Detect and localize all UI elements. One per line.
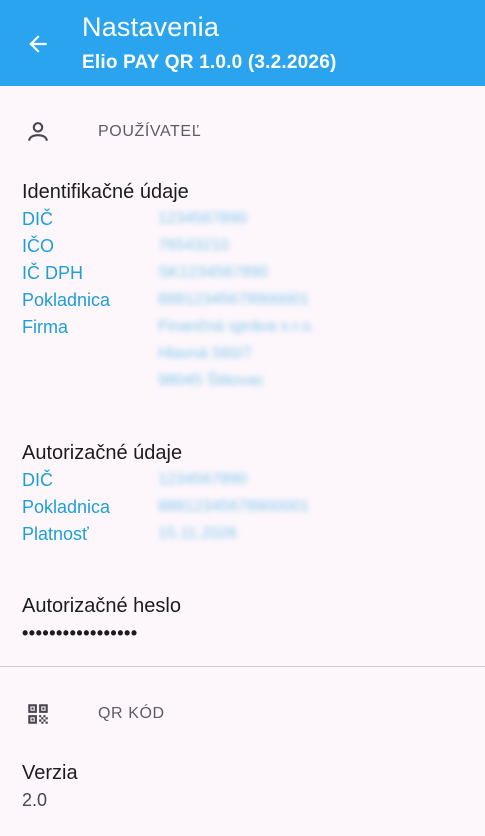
version-value: 2.0 xyxy=(22,790,48,810)
version-title[interactable]: Verzia xyxy=(22,762,78,785)
identification-value-firma: Finančná správa s.r.o. xyxy=(158,318,316,335)
divider xyxy=(0,666,485,667)
back-button[interactable] xyxy=(20,26,56,62)
identification-title: Identifikačné údaje xyxy=(22,181,189,203)
password-title[interactable]: Autorizačné heslo xyxy=(22,595,181,618)
password-masked-value: ••••••••••••••••• xyxy=(22,623,138,643)
authorization-title: Autorizačné údaje xyxy=(22,442,183,464)
section-title: POUŽÍVATEĽ xyxy=(98,123,202,140)
identification-label-firma: Firma xyxy=(22,317,68,337)
app-version-subtitle: Elio PAY QR 1.0.0 (3.2.2026) xyxy=(82,52,337,73)
app-bar: Nastavenia Elio PAY QR 1.0.0 (3.2.2026) xyxy=(0,0,485,86)
authorization-label-platnost: Platnosť xyxy=(22,524,89,544)
section-title: QR KÓD xyxy=(98,705,165,722)
identification-label-ico: IČO xyxy=(22,236,55,256)
identification-label-dic: DIČ xyxy=(22,209,53,229)
identification-value-ico: 76543210 xyxy=(158,237,230,254)
authorization-value-platnost: 15.11.2026 xyxy=(158,525,237,542)
section-header-qr: QR KÓD xyxy=(0,694,485,734)
identification-label-pokladnica: Pokladnica xyxy=(22,290,111,310)
arrow-left-icon xyxy=(29,35,47,53)
authorization-label-pokladnica: Pokladnica xyxy=(22,497,111,517)
authorization-value-dic: 1234567890 xyxy=(158,471,247,488)
page-title: Nastavenia xyxy=(82,12,220,42)
identification-address-line: 98045 Štitovac xyxy=(158,372,264,389)
identification-value-dic: 1234567890 xyxy=(158,210,247,227)
identification-value-pokladnica: 88812345678900001 xyxy=(158,291,310,308)
qr-code-icon xyxy=(24,700,52,728)
identification-label-ic-dph: IČ DPH xyxy=(22,263,84,283)
identification-address-line: Hlavná 560/7 xyxy=(158,345,253,362)
identification-value-ic-dph: SK1234567890 xyxy=(158,264,269,281)
person-icon xyxy=(24,118,52,146)
authorization-label-dic: DIČ xyxy=(22,470,53,490)
section-header-user: POUŽÍVATEĽ xyxy=(0,112,485,152)
authorization-value-pokladnica: 88812345678900001 xyxy=(158,498,310,515)
